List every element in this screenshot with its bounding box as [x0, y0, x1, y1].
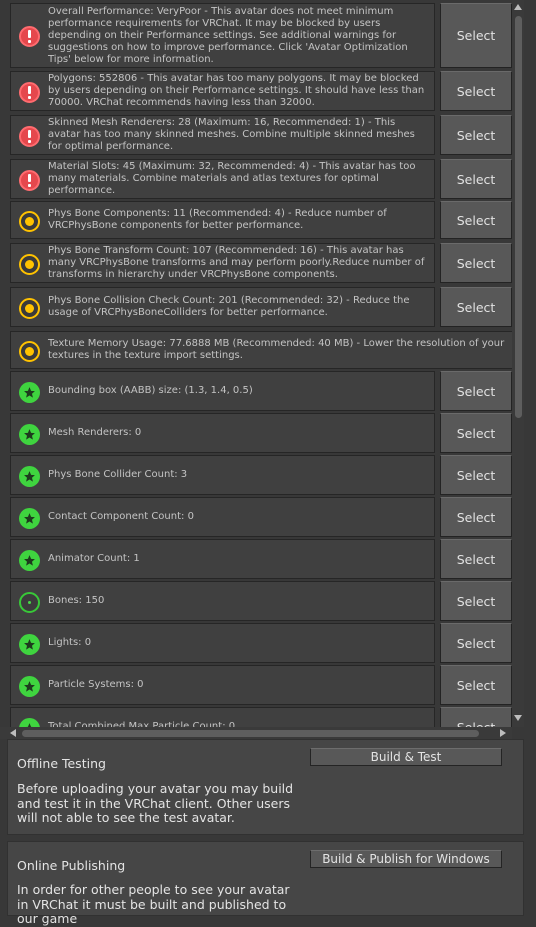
message-box: Lights: 0	[10, 623, 435, 663]
vertical-scrollbar[interactable]	[512, 0, 524, 727]
message-box: Mesh Renderers: 0	[10, 413, 435, 453]
message-text: Phys Bone Transform Count: 107 (Recommen…	[48, 245, 425, 280]
message-box: Material Slots: 45 (Maximum: 32, Recomme…	[10, 159, 435, 199]
message-box: Texture Memory Usage: 77.6888 MB (Recomm…	[10, 331, 513, 369]
info-circle-icon	[19, 592, 40, 613]
message-text: Particle Systems: 0	[48, 679, 144, 690]
select-button[interactable]: Select	[440, 623, 512, 663]
validation-list: Overall Performance: VeryPoor - This ava…	[0, 0, 536, 727]
horizontal-scrollbar[interactable]	[0, 727, 512, 739]
message-text: Phys Bone Components: 11 (Recommended: 4…	[48, 208, 387, 231]
scroll-right-arrow[interactable]	[500, 729, 506, 737]
message-box: Phys Bone Transform Count: 107 (Recommen…	[10, 243, 435, 283]
star-icon	[19, 382, 40, 403]
warning-icon	[19, 341, 40, 362]
message-text: Texture Memory Usage: 77.6888 MB (Recomm…	[48, 338, 505, 361]
star-icon	[19, 466, 40, 487]
message-box: Phys Bone Collision Check Count: 201 (Re…	[10, 287, 435, 327]
message-box: Overall Performance: VeryPoor - This ava…	[10, 3, 435, 68]
warning-icon	[19, 254, 40, 275]
star-icon	[19, 718, 40, 727]
scroll-up-arrow[interactable]	[514, 4, 522, 10]
message-text: Polygons: 552806 - This avatar has too m…	[48, 73, 425, 108]
message-text: Material Slots: 45 (Maximum: 32, Recomme…	[48, 161, 416, 196]
message-box: Bones: 150	[10, 581, 435, 621]
select-button[interactable]: Select	[440, 539, 512, 579]
star-icon	[19, 550, 40, 571]
message-text: Mesh Renderers: 0	[48, 427, 142, 438]
select-button[interactable]: Select	[440, 287, 512, 327]
build-and-publish-button[interactable]: Build & Publish for Windows	[310, 850, 502, 868]
select-button[interactable]: Select	[440, 371, 512, 411]
message-text: Phys Bone Collider Count: 3	[48, 469, 188, 480]
online-publishing-title: Online Publishing	[17, 858, 126, 873]
message-box: Contact Component Count: 0	[10, 497, 435, 537]
message-box: Bounding box (AABB) size: (1.3, 1.4, 0.5…	[10, 371, 435, 411]
select-button[interactable]: Select	[440, 71, 512, 111]
scroll-corner	[512, 727, 524, 739]
select-button[interactable]: Select	[440, 707, 512, 727]
star-icon	[19, 634, 40, 655]
message-text: Phys Bone Collision Check Count: 201 (Re…	[48, 295, 410, 318]
message-box: Phys Bone Components: 11 (Recommended: 4…	[10, 201, 435, 239]
vertical-scroll-thumb[interactable]	[515, 16, 522, 418]
select-button[interactable]: Select	[440, 581, 512, 621]
message-text: Bounding box (AABB) size: (1.3, 1.4, 0.5…	[48, 385, 253, 396]
error-icon	[19, 26, 40, 47]
message-text: Animator Count: 1	[48, 553, 140, 564]
message-box: Phys Bone Collider Count: 3	[10, 455, 435, 495]
scroll-down-arrow[interactable]	[514, 715, 522, 721]
message-box: Skinned Mesh Renderers: 28 (Maximum: 16,…	[10, 115, 435, 155]
error-icon	[19, 126, 40, 147]
message-box: Animator Count: 1	[10, 539, 435, 579]
warning-icon	[19, 211, 40, 232]
message-text: Overall Performance: VeryPoor - This ava…	[48, 5, 408, 65]
star-icon	[19, 424, 40, 445]
message-text: Contact Component Count: 0	[48, 511, 194, 522]
select-button[interactable]: Select	[440, 115, 512, 155]
message-text: Skinned Mesh Renderers: 28 (Maximum: 16,…	[48, 117, 415, 152]
select-button[interactable]: Select	[440, 497, 512, 537]
offline-testing-title: Offline Testing	[17, 756, 106, 771]
error-icon	[19, 170, 40, 191]
select-button[interactable]: Select	[440, 159, 512, 199]
horizontal-scroll-thumb[interactable]	[22, 730, 479, 737]
message-box: Polygons: 552806 - This avatar has too m…	[10, 71, 435, 111]
error-icon	[19, 82, 40, 103]
message-text: Lights: 0	[48, 637, 92, 648]
online-publishing-description: In order for other people to see your av…	[17, 882, 290, 927]
select-button[interactable]: Select	[440, 201, 512, 239]
warning-icon	[19, 298, 40, 319]
select-button[interactable]: Select	[440, 3, 512, 68]
message-box: Total Combined Max Particle Count: 0	[10, 707, 435, 727]
select-button[interactable]: Select	[440, 413, 512, 453]
offline-testing-panel: Offline Testing Build & Test Before uplo…	[7, 739, 524, 835]
message-text: Bones: 150	[48, 595, 105, 606]
select-button[interactable]: Select	[440, 243, 512, 283]
select-button[interactable]: Select	[440, 455, 512, 495]
offline-testing-description: Before uploading your avatar you may bui…	[17, 781, 294, 826]
message-box: Particle Systems: 0	[10, 665, 435, 705]
online-publishing-panel: Online Publishing Build & Publish for Wi…	[7, 841, 524, 926]
star-icon	[19, 508, 40, 529]
scroll-left-arrow[interactable]	[10, 729, 16, 737]
star-icon	[19, 676, 40, 697]
select-button[interactable]: Select	[440, 665, 512, 705]
build-and-test-button[interactable]: Build & Test	[310, 748, 502, 766]
